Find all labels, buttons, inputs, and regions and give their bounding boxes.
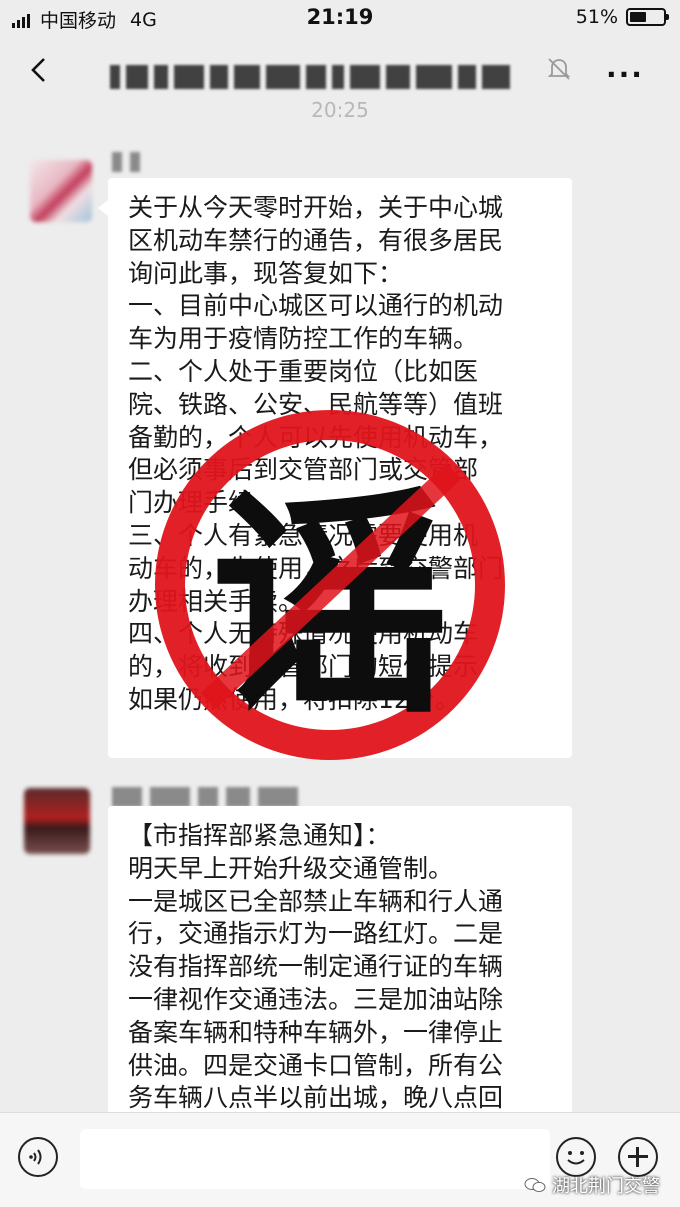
more-icon[interactable]: ···: [606, 58, 644, 91]
message-bubble[interactable]: 【市指挥部紧急通知】： 明天早上开始升级交通管制。 一是城区已全部禁止车辆和行人通行…: [108, 806, 572, 1116]
message-line: 行，交通指示灯为一路红灯。二是: [128, 919, 504, 949]
sender-name-redacted: [112, 152, 140, 172]
battery-icon: [626, 8, 669, 26]
voice-icon[interactable]: [18, 1137, 58, 1177]
plus-icon[interactable]: [618, 1137, 658, 1177]
status-bar: 中国移动 4G 21:19 51%: [0, 0, 680, 36]
message-line: 【市指挥部紧急通知】：: [128, 821, 391, 850]
avatar[interactable]: [30, 160, 92, 222]
sender-name-redacted: [112, 787, 298, 807]
message-line: 明天早上开始升级交通管制。: [128, 853, 454, 883]
message-line: 务车辆八点半以前出城，晚八点回: [128, 1083, 504, 1113]
message-line: 一是城区已全部禁止车辆和行人通: [128, 886, 504, 916]
emoji-icon[interactable]: [556, 1137, 596, 1177]
mute-bell-icon: [547, 58, 571, 80]
message-line: 二、个人处于重要岗位（比如医: [128, 356, 479, 386]
prohibition-slash: [200, 462, 462, 710]
message-line: 车为用于疫情防控工作的车辆。: [128, 324, 479, 354]
avatar[interactable]: [24, 788, 90, 854]
wechat-icon: [524, 1178, 546, 1193]
status-right: 51%: [575, 6, 669, 28]
message-input[interactable]: [80, 1129, 550, 1189]
message-line: 没有指挥部统一制定通行证的车辆: [128, 952, 504, 982]
chat-header: ···: [0, 36, 680, 104]
message-timestamp: 20:25: [311, 98, 369, 122]
message-line: 一律视作交通违法。三是加油站除: [128, 984, 504, 1014]
message-line: 供油。四是交通卡口管制，所有公: [128, 1050, 504, 1080]
chat-title-redacted: [110, 62, 530, 92]
rumor-stamp: 谣: [150, 405, 510, 765]
battery-label: 51%: [575, 6, 618, 28]
message-line: 区机动车禁行的通告，有很多居民: [128, 225, 504, 255]
watermark: 湖北荆门交警: [524, 1172, 660, 1198]
message-line: 一、目前中心城区可以通行的机动: [128, 291, 504, 321]
back-arrow-icon[interactable]: [26, 56, 54, 84]
watermark-text: 湖北荆门交警: [552, 1176, 660, 1197]
message-line: 备案车辆和特种车辆外，一律停止: [128, 1017, 504, 1047]
message-line: 关于从今天零时开始，关于中心城: [128, 193, 504, 222]
message-line: 询问此事，现答复如下：: [128, 258, 404, 288]
battery-fill: [630, 12, 647, 22]
